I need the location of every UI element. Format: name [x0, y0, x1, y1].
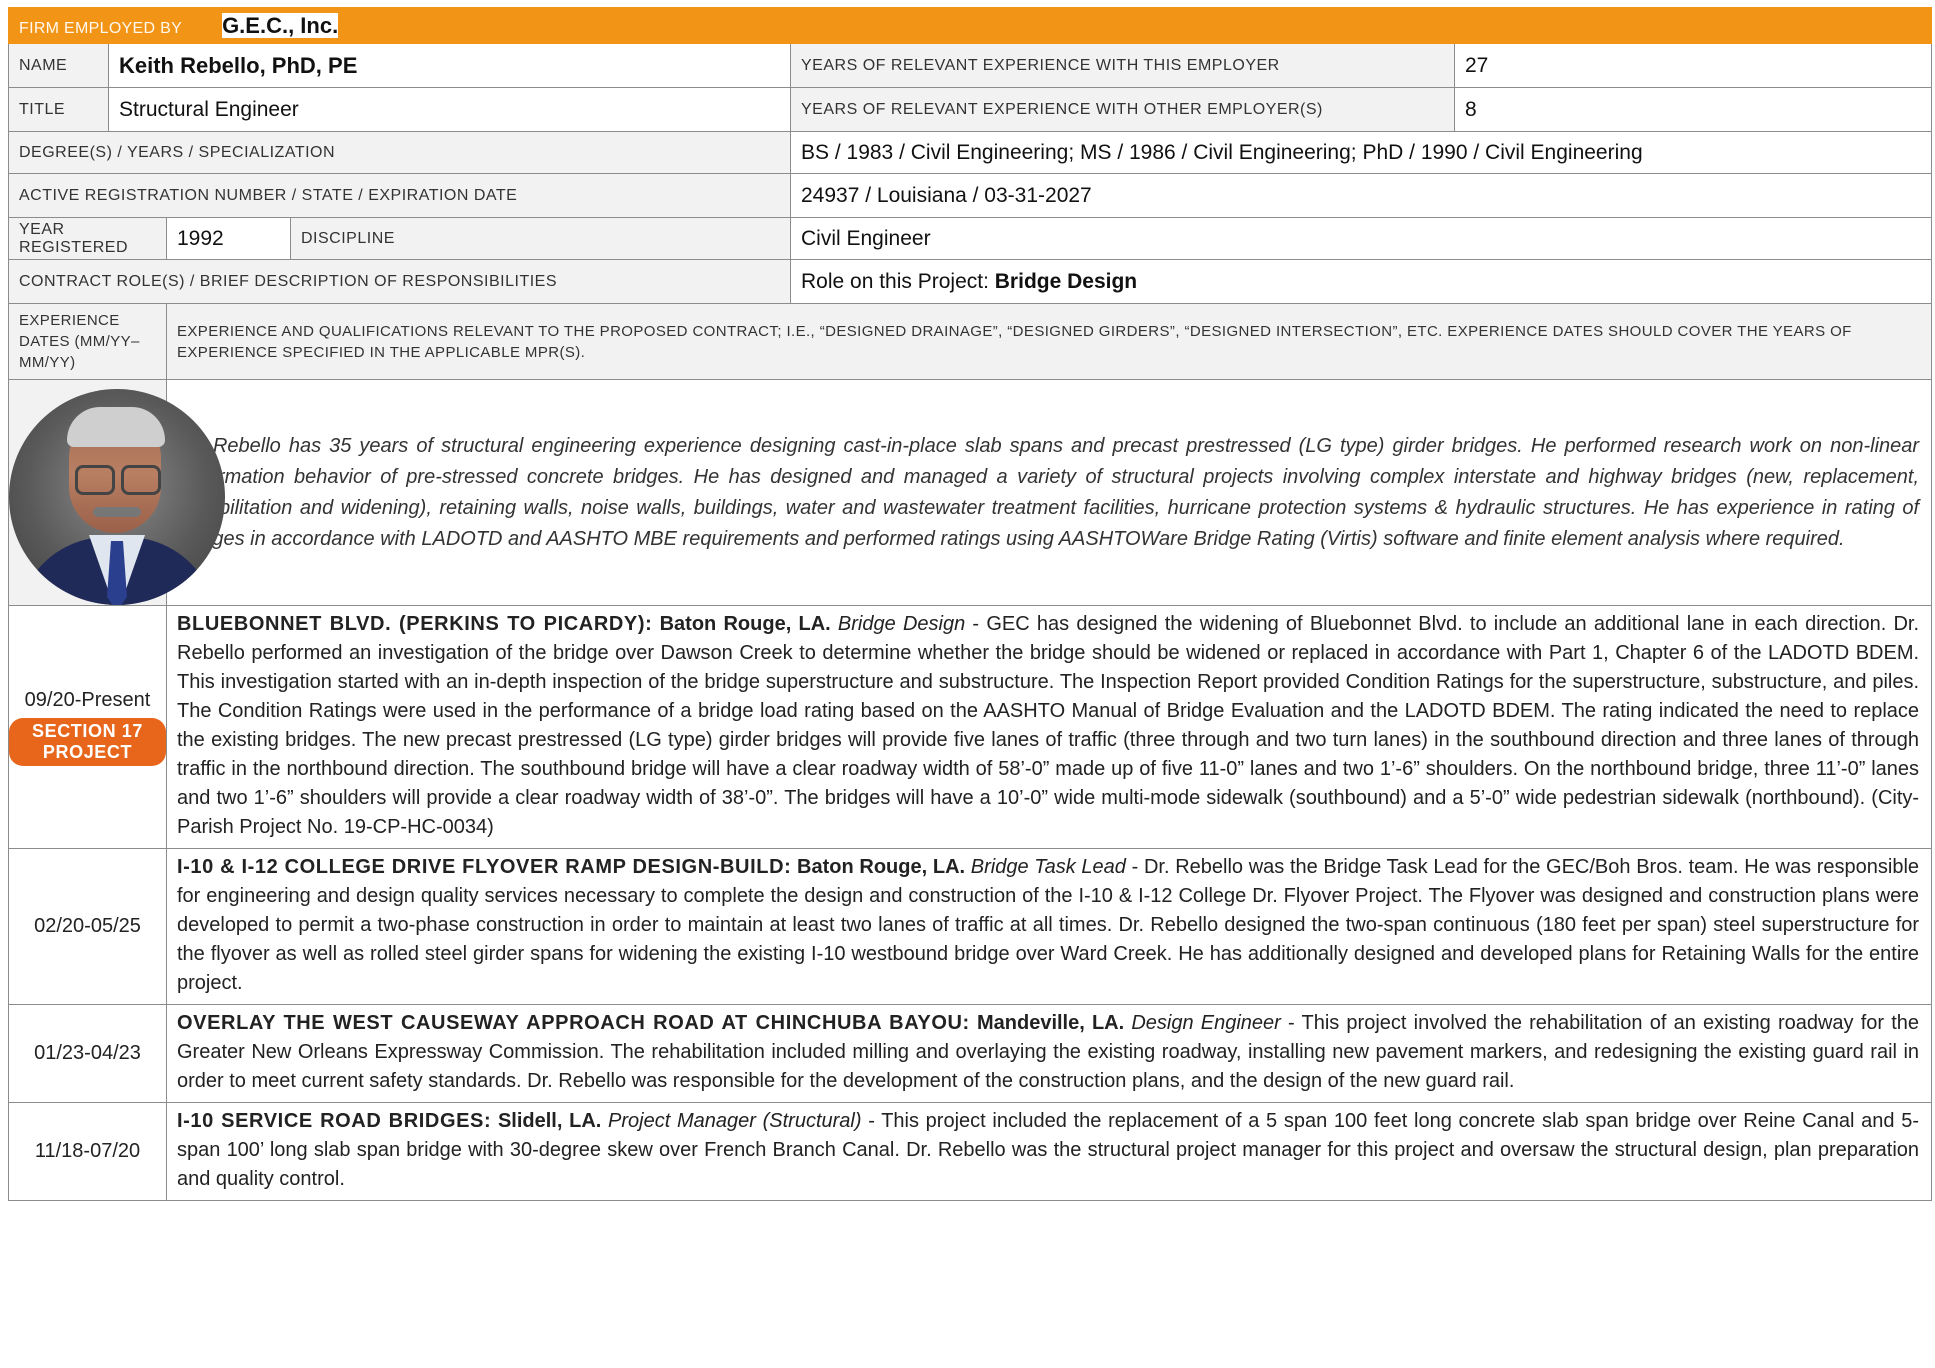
project-row: 11/18-07/20 I-10 SERVICE ROAD BRIDGES: S… — [8, 1102, 1933, 1201]
project-dates: 11/18-07/20 — [8, 1102, 167, 1201]
firm-label: FIRM EMPLOYED BY — [19, 19, 183, 37]
project-row: 01/23-04/23 OVERLAY THE WEST CAUSEWAY AP… — [8, 1004, 1933, 1103]
section-17-badge: SECTION 17 PROJECT — [9, 717, 166, 766]
project-title: I-10 & I-12 COLLEGE DRIVE FLYOVER RAMP D… — [177, 856, 792, 878]
project-location: Slidell, LA. — [491, 1110, 602, 1132]
degrees-label: DEGREE(S) / YEARS / SPECIALIZATION — [8, 131, 791, 174]
years-this-employer-label: YEARS OF RELEVANT EXPERIENCE WITH THIS E… — [790, 43, 1455, 88]
project-location: Mandeville, LA. — [969, 1012, 1125, 1034]
project-role: Bridge Task Lead — [965, 856, 1126, 878]
title-label: TITLE — [8, 87, 109, 132]
project-description: BLUEBONNET BLVD. (PERKINS TO PICARDY): B… — [165, 605, 1933, 849]
resume-form: FIRM EMPLOYED BY G.E.C., Inc. NAME Keith … — [7, 7, 1933, 1201]
experience-dates-label: EXPERIENCE DATES (MM/YY–MM/YY) — [8, 303, 167, 380]
project-dates-cell: 09/20-Present SECTION 17 PROJECT — [8, 605, 167, 849]
resume-table: FIRM EMPLOYED BY G.E.C., Inc. NAME Keith … — [7, 7, 1933, 1201]
project-row: 02/20-05/25 I-10 & I-12 COLLEGE DRIVE FL… — [8, 848, 1933, 1005]
year-registered-value: 1992 — [166, 217, 291, 260]
project-description: I-10 & I-12 COLLEGE DRIVE FLYOVER RAMP D… — [165, 848, 1933, 1005]
years-other-employer-label: YEARS OF RELEVANT EXPERIENCE WITH OTHER … — [790, 87, 1455, 132]
years-this-employer-value: 27 — [1453, 43, 1933, 88]
title-value: Structural Engineer — [108, 87, 791, 132]
role-cell: Role on this Project: Bridge Design — [789, 259, 1933, 304]
project-title: OVERLAY THE WEST CAUSEWAY APPROACH ROAD … — [177, 1012, 970, 1034]
photo-cell — [8, 379, 225, 606]
experience-description-label: EXPERIENCE AND QUALIFICATIONS RELEVANT T… — [165, 303, 1933, 380]
degrees-value: BS / 1983 / Civil Engineering; MS / 1986… — [789, 131, 1933, 174]
role-label: CONTRACT ROLE(S) / BRIEF DESCRIPTION OF … — [8, 259, 791, 304]
name-value: Keith Rebello, PhD, PE — [108, 43, 791, 88]
project-dates: 09/20-Present — [24, 688, 151, 711]
bio-text: Dr. Rebello has 35 years of structural e… — [165, 379, 1933, 606]
firm-name: G.E.C., Inc. — [222, 12, 339, 38]
project-role: Bridge Design — [830, 613, 966, 635]
project-dates: 01/23-04/23 — [8, 1004, 167, 1103]
year-registered-label: YEAR REGISTERED — [8, 217, 167, 260]
project-location: Baton Rouge, LA. — [791, 856, 966, 878]
registration-label: ACTIVE REGISTRATION NUMBER / STATE / EXP… — [8, 173, 791, 218]
discipline-value: Civil Engineer — [789, 217, 1933, 260]
project-role: Project Manager (Structural) — [601, 1110, 862, 1132]
years-other-employer-value: 8 — [1453, 87, 1933, 132]
project-row: 09/20-Present SECTION 17 PROJECT BLUEBON… — [8, 605, 1933, 849]
name-label: NAME — [8, 43, 109, 88]
project-description: OVERLAY THE WEST CAUSEWAY APPROACH ROAD … — [165, 1004, 1933, 1103]
role-prefix: Role on this Project: — [801, 269, 995, 293]
project-location: Baton Rouge, LA. — [652, 613, 831, 635]
project-dates: 02/20-05/25 — [8, 848, 167, 1005]
project-role: Design Engineer — [1124, 1012, 1281, 1034]
project-text: - GEC has designed the widening of Blueb… — [177, 613, 1920, 838]
project-description: I-10 SERVICE ROAD BRIDGES: Slidell, LA. … — [165, 1102, 1933, 1201]
registration-value: 24937 / Louisiana / 03-31-2027 — [789, 173, 1933, 218]
project-title: BLUEBONNET BLVD. (PERKINS TO PICARDY): — [177, 613, 653, 635]
role-value: Bridge Design — [994, 269, 1138, 293]
discipline-label: DISCIPLINE — [290, 217, 791, 260]
project-title: I-10 SERVICE ROAD BRIDGES: — [177, 1110, 492, 1132]
avatar — [9, 389, 225, 605]
firm-header: FIRM EMPLOYED BY G.E.C., Inc. — [7, 7, 1933, 44]
